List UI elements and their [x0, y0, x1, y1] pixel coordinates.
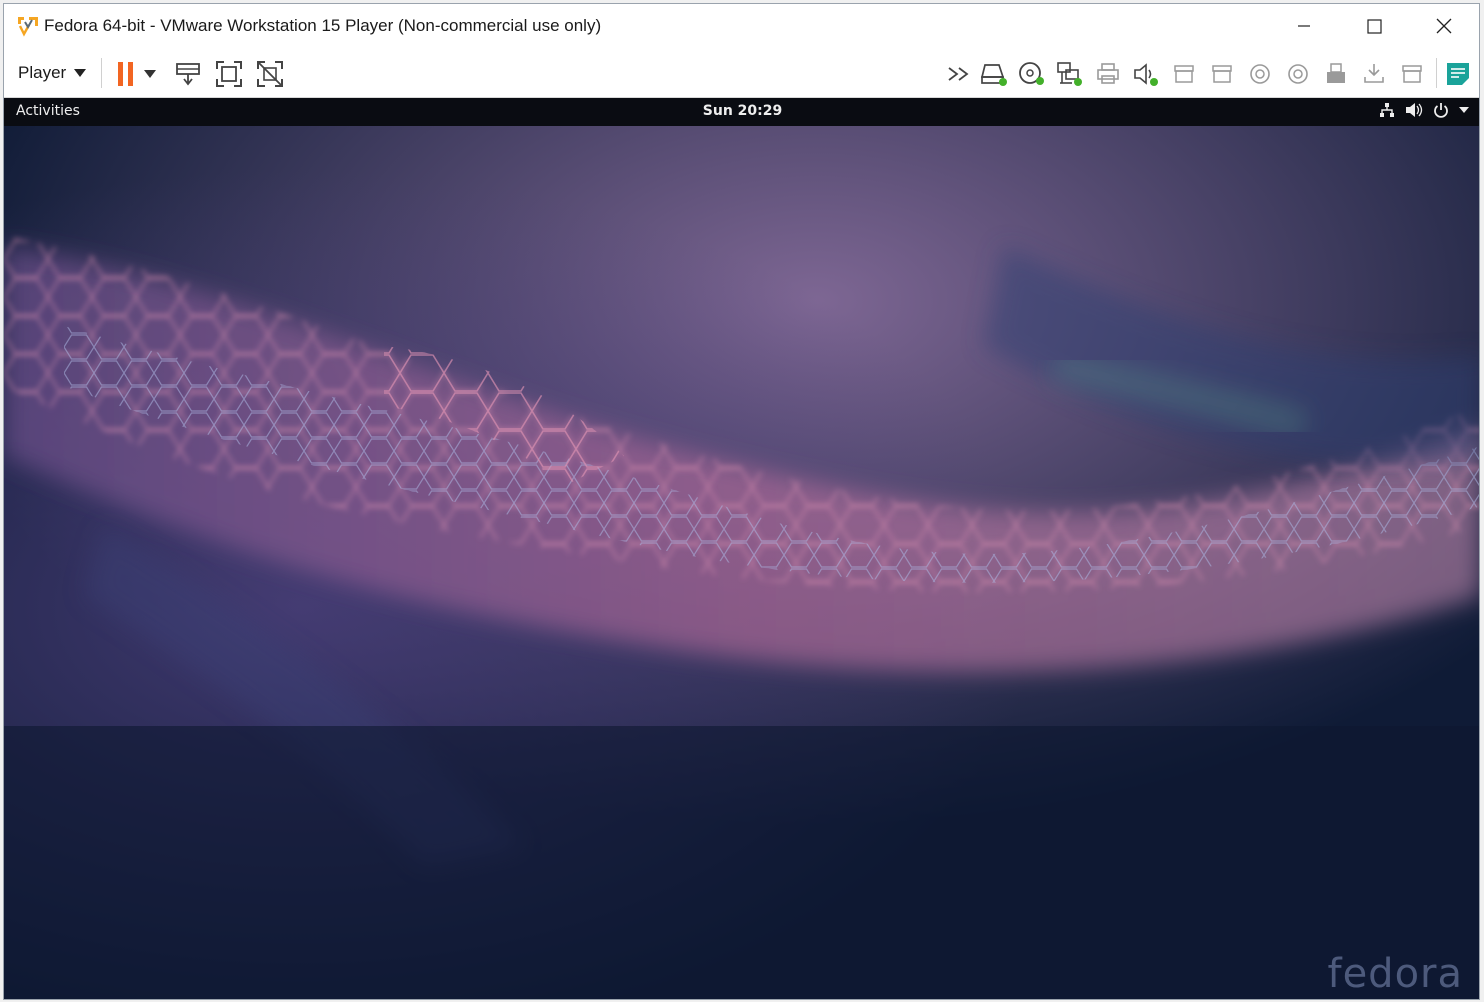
player-menu[interactable]: Player: [18, 63, 87, 83]
gnome-top-bar: Activities Sun 20:29: [4, 98, 1479, 126]
disc-icon: [1288, 64, 1308, 84]
network-adapter-icon: [1057, 62, 1082, 86]
toolbar-divider: [101, 58, 102, 88]
full-screen-button[interactable]: [215, 60, 243, 88]
usb-device-icon: [1174, 65, 1194, 83]
usb-device-button-2[interactable]: [1208, 60, 1236, 88]
player-menu-label: Player: [18, 63, 67, 82]
usb-drive-button[interactable]: [1322, 60, 1350, 88]
disc-button-2[interactable]: [1284, 60, 1312, 88]
vmware-player-window: Fedora 64-bit - VMware Workstation 15 Pl…: [3, 3, 1480, 1000]
desktop-wallpaper: [4, 126, 1479, 999]
send-ctrl-alt-del-button[interactable]: [174, 60, 202, 88]
close-button[interactable]: [1409, 4, 1479, 48]
usb-device-button-1[interactable]: [1170, 60, 1198, 88]
window-title: Fedora 64-bit - VMware Workstation 15 Pl…: [44, 16, 602, 35]
toolbar-divider: [1436, 58, 1437, 88]
hard-disk-button[interactable]: [980, 60, 1008, 88]
network-icon: [1380, 103, 1394, 117]
pause-icon: [118, 62, 133, 86]
full-screen-icon: [216, 61, 242, 87]
more-devices-button[interactable]: [946, 60, 974, 88]
system-status-area[interactable]: [1379, 102, 1469, 118]
chevron-down-icon: [74, 69, 87, 77]
sound-card-button[interactable]: [1132, 60, 1160, 88]
chevron-down-icon: [144, 70, 156, 78]
power-options-dropdown[interactable]: [142, 60, 158, 88]
usb-download-button[interactable]: [1360, 60, 1388, 88]
fedora-watermark: fedora: [1327, 951, 1463, 997]
message-log-icon: [1447, 63, 1469, 85]
close-icon: [1436, 18, 1452, 34]
minimize-button[interactable]: [1269, 4, 1339, 48]
unity-icon: [257, 61, 283, 87]
printer-icon: [1097, 63, 1119, 84]
usb-device-button-3[interactable]: [1398, 60, 1426, 88]
hard-disk-icon: [980, 64, 1007, 86]
clock[interactable]: Sun 20:29: [4, 103, 1479, 119]
cd-dvd-icon: [1019, 62, 1044, 85]
menu-arrow-icon: [1459, 107, 1469, 113]
maximize-button[interactable]: [1339, 4, 1409, 48]
usb-device-icon: [1402, 65, 1422, 83]
usb-drive-icon: [1327, 63, 1345, 83]
network-adapter-button[interactable]: [1056, 60, 1084, 88]
disc-icon: [1250, 64, 1270, 84]
cd-dvd-button[interactable]: [1018, 60, 1046, 88]
player-toolbar: Player: [4, 48, 1479, 98]
disc-button-1[interactable]: [1246, 60, 1274, 88]
vm-display[interactable]: Activities Sun 20:29 fedora: [4, 98, 1479, 999]
more-devices-icon: [948, 67, 969, 81]
vmware-player-icon: [17, 15, 39, 37]
maximize-icon: [1366, 18, 1382, 34]
usb-download-icon: [1364, 64, 1384, 83]
sound-card-icon: [1134, 63, 1158, 86]
printer-button[interactable]: [1094, 60, 1122, 88]
title-bar[interactable]: Fedora 64-bit - VMware Workstation 15 Pl…: [4, 4, 1479, 48]
message-log-button[interactable]: [1444, 60, 1472, 88]
volume-icon: [1406, 103, 1423, 117]
send-ctrl-alt-del-icon: [176, 63, 200, 86]
usb-device-icon: [1212, 65, 1232, 83]
power-icon: [1434, 103, 1448, 118]
minimize-icon: [1298, 25, 1310, 27]
unity-button[interactable]: [256, 60, 284, 88]
pause-button[interactable]: [112, 60, 140, 88]
